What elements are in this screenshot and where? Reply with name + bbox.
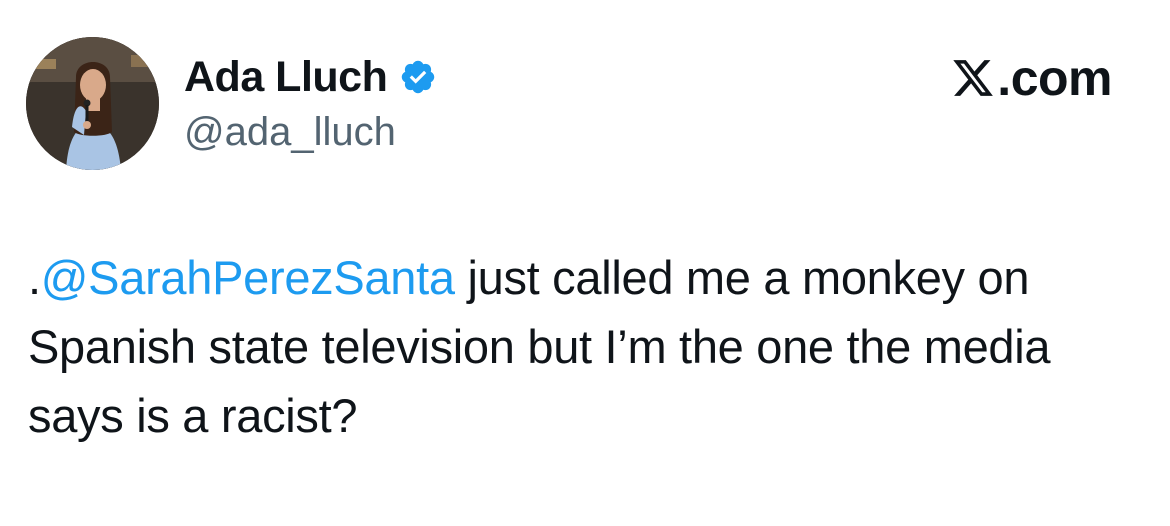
avatar[interactable] [26, 37, 159, 170]
brand-domain-text: .com [997, 50, 1112, 106]
author-block: Ada Lluch @ada_lluch [184, 50, 437, 156]
verified-badge-icon [399, 58, 437, 96]
display-name[interactable]: Ada Lluch [184, 50, 388, 104]
mention-link[interactable]: @SarahPerezSanta [41, 251, 455, 304]
brand-logo: .com [951, 50, 1112, 106]
x-logo-icon [951, 56, 995, 100]
avatar-photo [26, 37, 159, 170]
name-row: Ada Lluch [184, 50, 437, 104]
tweet-prefix: . [28, 251, 41, 304]
user-handle[interactable]: @ada_lluch [184, 108, 437, 156]
tweet-card: Ada Lluch @ada_lluch .com .@SarahPerezSa… [0, 0, 1170, 526]
tweet-text: .@SarahPerezSanta just called me a monke… [28, 243, 1138, 450]
